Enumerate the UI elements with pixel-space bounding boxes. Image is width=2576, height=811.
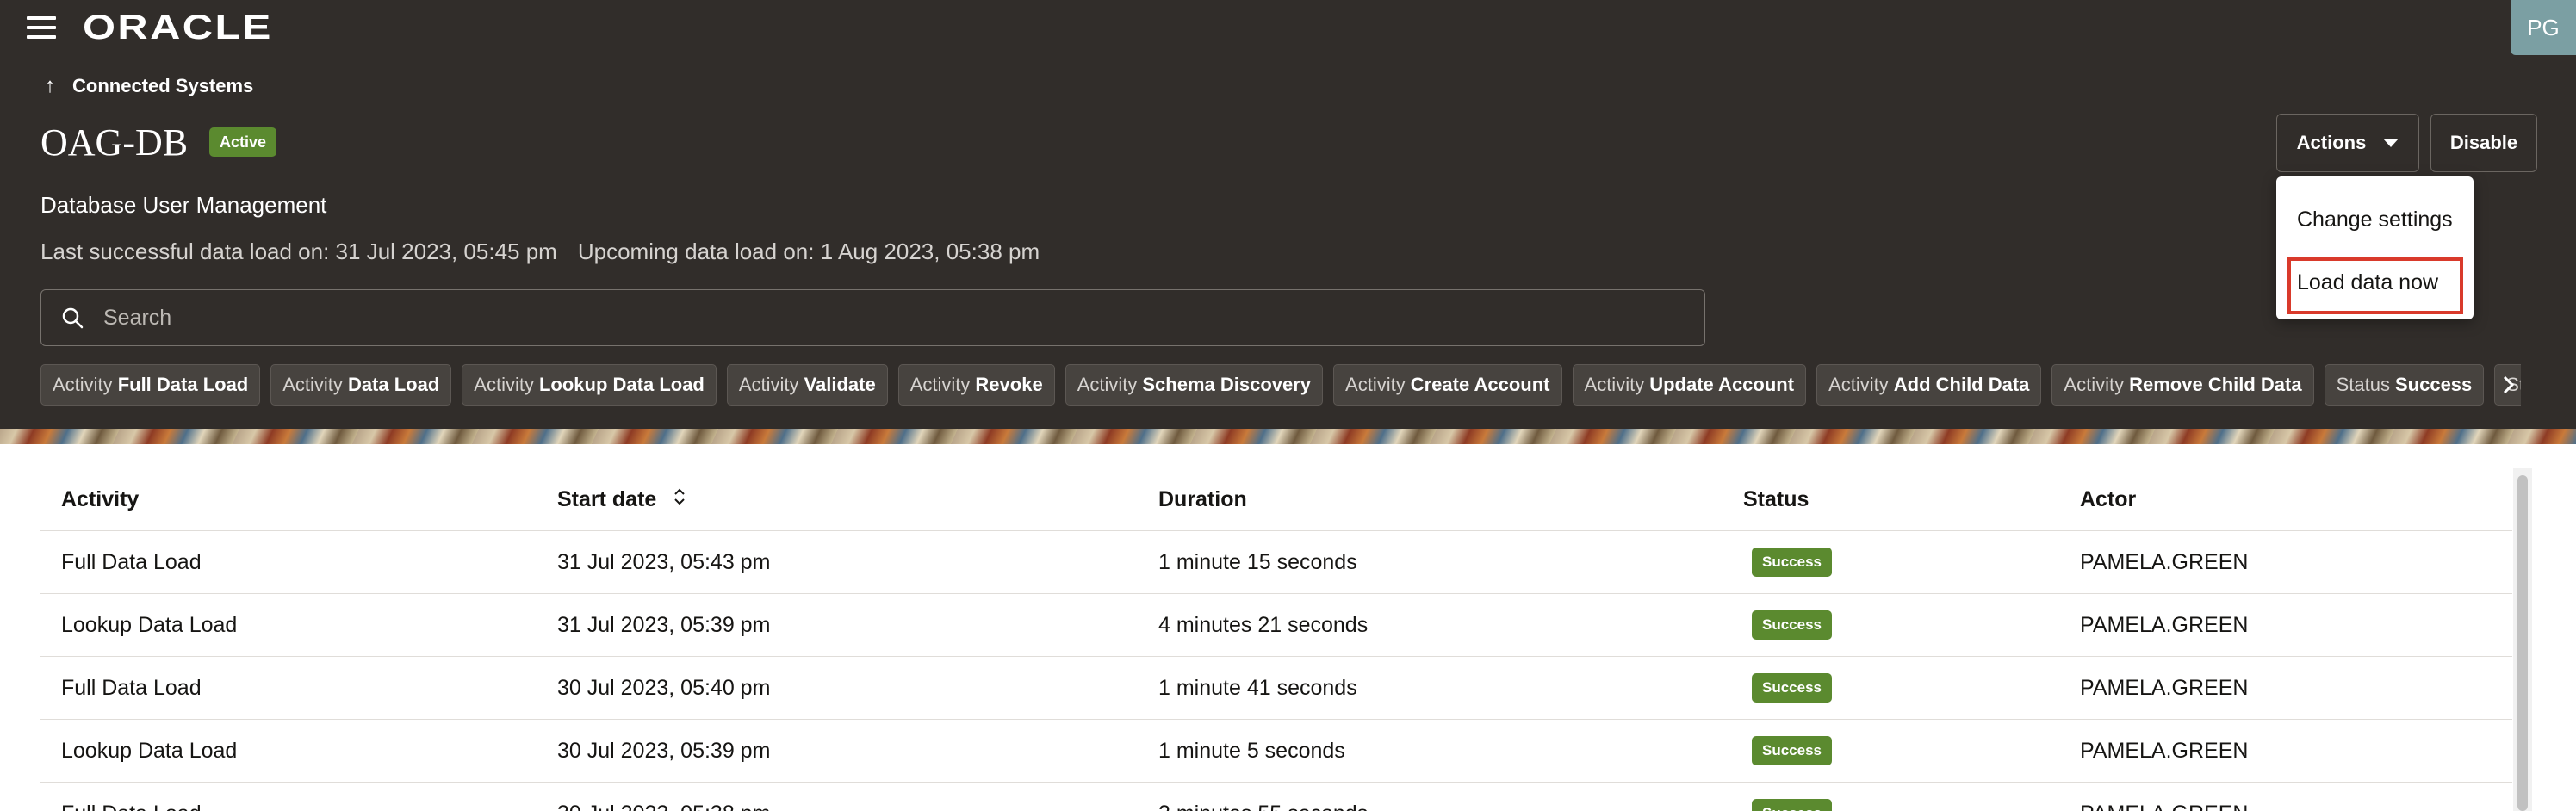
- filter-chip[interactable]: Activity Revoke: [897, 364, 1055, 406]
- page-subtitle: Database User Management: [40, 192, 327, 218]
- filter-chip[interactable]: Activity Schema Discovery: [1065, 364, 1324, 406]
- cell-activity: Lookup Data Load: [61, 613, 238, 637]
- status-badge: Success: [1752, 736, 1832, 765]
- search-input[interactable]: [103, 291, 1704, 344]
- cell-duration: 1 minute 15 seconds: [1158, 550, 1357, 574]
- actions-button-label: Actions: [2296, 132, 2367, 153]
- actions-dropdown-menu: Change settings Load data now: [2276, 176, 2474, 319]
- column-header-duration: Duration: [1158, 487, 1247, 511]
- decorative-banner: [0, 429, 2576, 444]
- cell-start-date: 30 Jul 2023, 05:39 pm: [557, 739, 771, 763]
- hamburger-menu-icon[interactable]: [27, 16, 56, 39]
- sort-icon[interactable]: [673, 487, 686, 512]
- cell-duration: 4 minutes 21 seconds: [1158, 613, 1369, 637]
- search-icon: [41, 289, 103, 346]
- filter-chip[interactable]: Activity Remove Child Data: [2051, 364, 2314, 406]
- arrow-up-icon: ↑: [45, 74, 55, 97]
- status-badge: Success: [1752, 548, 1832, 577]
- filter-chip[interactable]: Activity Create Account: [1333, 364, 1562, 406]
- search-box[interactable]: [40, 289, 1705, 346]
- cell-actor: PAMELA.GREEN: [2080, 550, 2249, 574]
- table-header: Activity Start date Duration Status Acto…: [40, 468, 2512, 531]
- actions-button[interactable]: Actions: [2276, 114, 2419, 172]
- filter-chip[interactable]: Activity Update Account: [1572, 364, 1807, 406]
- cell-duration: 2 minutes 55 seconds: [1158, 802, 1368, 811]
- table-scrollbar[interactable]: [2513, 468, 2532, 811]
- activity-table: Activity Start date Duration Status Acto…: [40, 468, 2512, 811]
- scrollbar-thumb[interactable]: [2517, 475, 2528, 811]
- page-title: OAG-DB: [40, 121, 189, 164]
- table-row[interactable]: Full Data Load 30 Jul 2023, 05:40 pm 1 m…: [40, 657, 2512, 720]
- column-header-actor: Actor: [2080, 487, 2137, 511]
- cell-duration: 1 minute 5 seconds: [1158, 739, 1345, 763]
- filter-chip[interactable]: Activity Lookup Data Load: [462, 364, 717, 406]
- menu-item-load-data-now[interactable]: Load data now: [2297, 270, 2438, 295]
- menu-item-change-settings[interactable]: Change settings: [2297, 207, 2453, 232]
- status-badge: Success: [1752, 799, 1832, 811]
- filter-chip[interactable]: Status Success: [2324, 364, 2485, 406]
- status-badge: Active: [209, 127, 277, 157]
- back-to-connected-systems-link[interactable]: ↑ Connected Systems: [45, 72, 253, 100]
- cell-actor: PAMELA.GREEN: [2080, 676, 2249, 700]
- column-header-status: Status: [1743, 487, 1809, 511]
- status-badge: Success: [1752, 610, 1832, 640]
- table-row[interactable]: Full Data Load 30 Jul 2023, 05:38 pm 2 m…: [40, 783, 2512, 811]
- filter-chip[interactable]: Activity Validate: [726, 364, 888, 406]
- oracle-logo: ORACLE: [83, 9, 273, 46]
- user-avatar[interactable]: PG: [2511, 0, 2576, 55]
- column-header-start-date-label: Start date: [557, 487, 657, 511]
- filter-chip[interactable]: Activity Full Data Load: [40, 364, 261, 406]
- cell-activity: Full Data Load: [61, 802, 202, 811]
- disable-button[interactable]: Disable: [2430, 114, 2537, 172]
- last-load-text: Last successful data load on: 31 Jul 202…: [40, 238, 557, 264]
- table-row[interactable]: Lookup Data Load 30 Jul 2023, 05:39 pm 1…: [40, 720, 2512, 783]
- cell-actor: PAMELA.GREEN: [2080, 613, 2249, 637]
- cell-duration: 1 minute 41 seconds: [1158, 676, 1357, 700]
- chevron-right-icon[interactable]: [2491, 364, 2525, 406]
- back-link-label: Connected Systems: [72, 75, 254, 96]
- cell-start-date: 30 Jul 2023, 05:38 pm: [557, 802, 770, 811]
- data-load-info: Last successful data load on: 31 Jul 202…: [40, 238, 1040, 265]
- cell-actor: PAMELA.GREEN: [2080, 802, 2248, 811]
- caret-down-icon: [2383, 139, 2399, 147]
- status-badge: Success: [1752, 673, 1832, 703]
- table-row[interactable]: Full Data Load 31 Jul 2023, 05:43 pm 1 m…: [40, 531, 2512, 594]
- filter-chip[interactable]: Activity Data Load: [270, 364, 452, 406]
- cell-activity: Full Data Load: [61, 550, 202, 574]
- upcoming-load-text: Upcoming data load on: 1 Aug 2023, 05:38…: [577, 238, 1040, 264]
- filter-chip-bar: Activity Full Data Load Activity Data Load…: [40, 364, 2521, 406]
- cell-activity: Lookup Data Load: [61, 739, 238, 763]
- cell-activity: Full Data Load: [61, 676, 202, 700]
- column-header-activity: Activity: [61, 487, 140, 511]
- cell-start-date: 30 Jul 2023, 05:40 pm: [557, 676, 771, 700]
- table-row[interactable]: Lookup Data Load 31 Jul 2023, 05:39 pm 4…: [40, 594, 2512, 657]
- cell-actor: PAMELA.GREEN: [2080, 739, 2249, 763]
- cell-start-date: 31 Jul 2023, 05:39 pm: [557, 613, 771, 637]
- page-header: ORACLE PG ↑ Connected Systems OAG-DB Act…: [0, 0, 2576, 429]
- filter-chip[interactable]: Activity Add Child Data: [1816, 364, 2042, 406]
- column-header-start-date[interactable]: Start date: [557, 487, 686, 512]
- cell-start-date: 31 Jul 2023, 05:43 pm: [557, 550, 771, 574]
